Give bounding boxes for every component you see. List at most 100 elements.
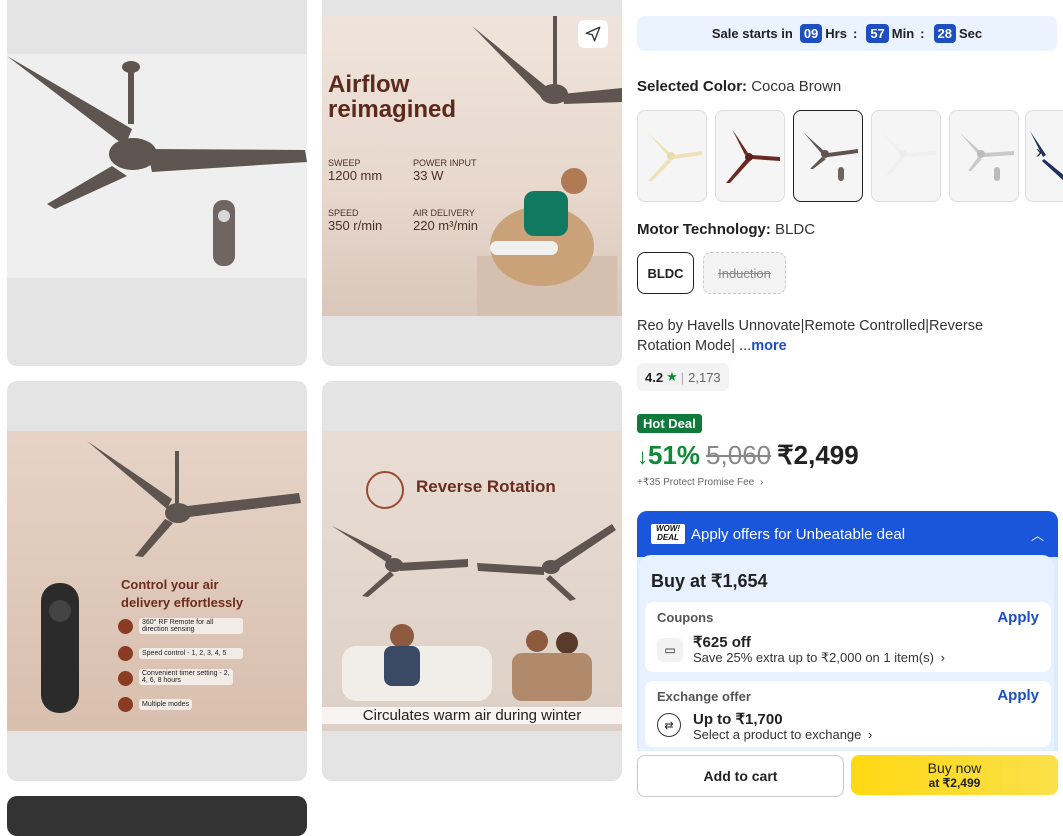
rating-count: 2,173 — [688, 369, 721, 385]
ceiling-fan-image — [332, 524, 616, 701]
rating-score: 4.2 — [645, 369, 664, 385]
offers-header[interactable]: WOW! DEAL Apply offers for Unbeatable de… — [637, 511, 1058, 557]
feature-icon — [118, 619, 133, 634]
coupon-icon: ▭ — [657, 638, 683, 662]
spec-value: 350 r/min — [328, 218, 383, 233]
fan-thumbnail — [648, 133, 702, 181]
spec-label: AIR DELIVERY — [413, 208, 475, 218]
exchange-title: Exchange offer — [657, 689, 751, 704]
gallery-image-5[interactable] — [7, 796, 307, 836]
spec-label: POWER INPUT — [413, 158, 477, 168]
card-title: Control your air delivery effortlessly — [121, 576, 243, 612]
fan-thumbnail — [960, 133, 1014, 181]
timer-minutes: 57 — [866, 24, 889, 43]
product-title-line: Rotation Mode| ... — [637, 338, 752, 354]
timer-unit: Sec — [958, 26, 983, 41]
exchange-amount: Up to ₹1,700 — [693, 711, 783, 728]
ceiling-fan-image — [7, 56, 307, 266]
selected-color-label: Selected Color: — [637, 78, 748, 95]
spec-speed: SPEED 350 r/min — [328, 208, 382, 233]
sale-timer: Sale starts in 09 Hrs : 57 Min : 28 Sec — [637, 16, 1057, 51]
timer-hours: 09 — [799, 24, 823, 43]
logo-line: DEAL — [657, 533, 679, 542]
price-row: ↓ 51% 5,060 ₹2,499 — [637, 440, 859, 471]
spec-label: SPEED — [328, 208, 359, 218]
timer-sep: : — [852, 26, 858, 41]
buy-now-label: Buy now — [927, 760, 982, 776]
feature-2: Speed control - 1, 2, 3, 4, 5 — [139, 648, 243, 659]
gallery-image-3[interactable]: Control your air delivery effortlessly 3… — [7, 381, 307, 781]
spec-sweep: SWEEP 1200 mm — [328, 158, 382, 183]
share-button[interactable] — [578, 20, 608, 48]
spec-value: 220 m³/min — [413, 218, 479, 233]
coupon-card: Coupons Apply ▭ ₹625 off Save 25% extra … — [645, 602, 1051, 672]
motor-value: BLDC — [775, 221, 816, 238]
star-icon: ★ — [666, 369, 678, 384]
more-link[interactable]: more — [751, 338, 786, 354]
offers-header-text: Apply offers for Unbeatable deal — [691, 525, 906, 543]
card-caption: Circulates warm air during winter — [322, 707, 622, 724]
exchange-desc-text: Select a product to exchange — [693, 727, 862, 742]
selected-color-value: Cocoa Brown — [751, 78, 842, 95]
feature-4: Multiple modes — [139, 699, 193, 710]
color-swatch-maroon[interactable] — [715, 110, 785, 202]
chevron-right-icon: › — [760, 477, 764, 488]
fan-thumbnail — [804, 133, 858, 181]
exchange-apply-button[interactable]: Apply — [997, 687, 1039, 704]
timer-sep: : — [920, 26, 925, 41]
rating-divider: | — [680, 369, 685, 385]
fan-thumbnail — [726, 129, 780, 183]
chevron-right-icon[interactable]: › — [1036, 142, 1056, 162]
card-title-line: Airflow — [328, 71, 410, 98]
share-icon — [585, 26, 601, 42]
spec-label: SWEEP — [328, 158, 361, 168]
fan-thumbnail — [880, 131, 936, 175]
color-swatch-ivory[interactable] — [637, 110, 707, 202]
product-title-line: Reo by Havells Unnovate|Remote Controlle… — [637, 318, 984, 334]
color-swatch-silver[interactable] — [949, 110, 1019, 202]
selling-price: ₹2,499 — [777, 440, 859, 470]
feature-icon — [118, 671, 133, 686]
motor-option-induction[interactable]: Induction — [703, 252, 786, 294]
gallery-image-1[interactable] — [7, 0, 307, 366]
coupon-desc-text: Save 25% extra up to ₹2,000 on 1 item(s) — [693, 650, 934, 665]
motor-label: Motor Technology: — [637, 221, 771, 238]
chevron-up-icon[interactable]: ︿ — [1031, 525, 1044, 544]
sale-label: Sale starts in — [711, 26, 793, 41]
add-to-cart-button[interactable]: Add to cart — [637, 755, 844, 797]
product-title: Reo by Havells Unnovate|Remote Controlle… — [637, 316, 1057, 356]
coupon-title: Coupons — [657, 610, 714, 625]
logo-line: WOW! — [656, 524, 680, 533]
mrp-price: 5,060 — [706, 440, 772, 470]
rating-badge[interactable]: 4.2 ★ | 2,173 — [637, 363, 729, 391]
timer-unit: Min — [891, 26, 915, 41]
exchange-icon: ⇄ — [657, 713, 681, 737]
feature-1: 360° RF Remote for all direction sensing — [139, 618, 243, 634]
timer-seconds: 28 — [933, 24, 956, 43]
protect-fee[interactable]: +₹35 Protect Promise Fee › — [637, 477, 763, 488]
feature-icon — [118, 697, 133, 712]
buy-now-button[interactable]: Buy now at ₹2,499 — [851, 755, 1058, 795]
timer-unit: Hrs — [825, 26, 847, 41]
coupon-amount: ₹625 off — [693, 634, 751, 651]
arrow-down-icon: ↓ — [637, 444, 648, 469]
coupon-apply-button[interactable]: Apply — [997, 609, 1039, 626]
gallery-image-2[interactable]: Airflow reimagined SWEEP 1200 mm POWER I… — [322, 0, 622, 366]
card-title-line: reimagined — [328, 96, 457, 123]
spec-value: 1200 mm — [328, 168, 383, 183]
color-swatch-white[interactable] — [871, 110, 941, 202]
selected-color: Selected Color: Cocoa Brown — [637, 78, 841, 95]
card-title-line: Control your air — [121, 577, 219, 592]
chevron-right-icon: › — [940, 650, 945, 665]
wow-deal-logo: WOW! DEAL — [651, 524, 685, 544]
exchange-desc[interactable]: Select a product to exchange › — [693, 727, 872, 742]
chevron-right-icon: › — [868, 727, 873, 742]
coupon-desc[interactable]: Save 25% extra up to ₹2,000 on 1 item(s)… — [693, 650, 945, 666]
feature-3: Convenient timer setting - 2, 4, 6, 8 ho… — [139, 669, 233, 685]
motor-option-bldc[interactable]: BLDC — [637, 252, 694, 294]
hot-deal-badge: Hot Deal — [637, 414, 702, 433]
color-swatch-cocoa-brown[interactable] — [793, 110, 863, 202]
card-title-line: delivery effortlessly — [121, 595, 244, 610]
discount-percent: 51% — [648, 440, 701, 470]
gallery-image-4[interactable]: Reverse Rotation Circulates warm air dur… — [322, 381, 622, 781]
